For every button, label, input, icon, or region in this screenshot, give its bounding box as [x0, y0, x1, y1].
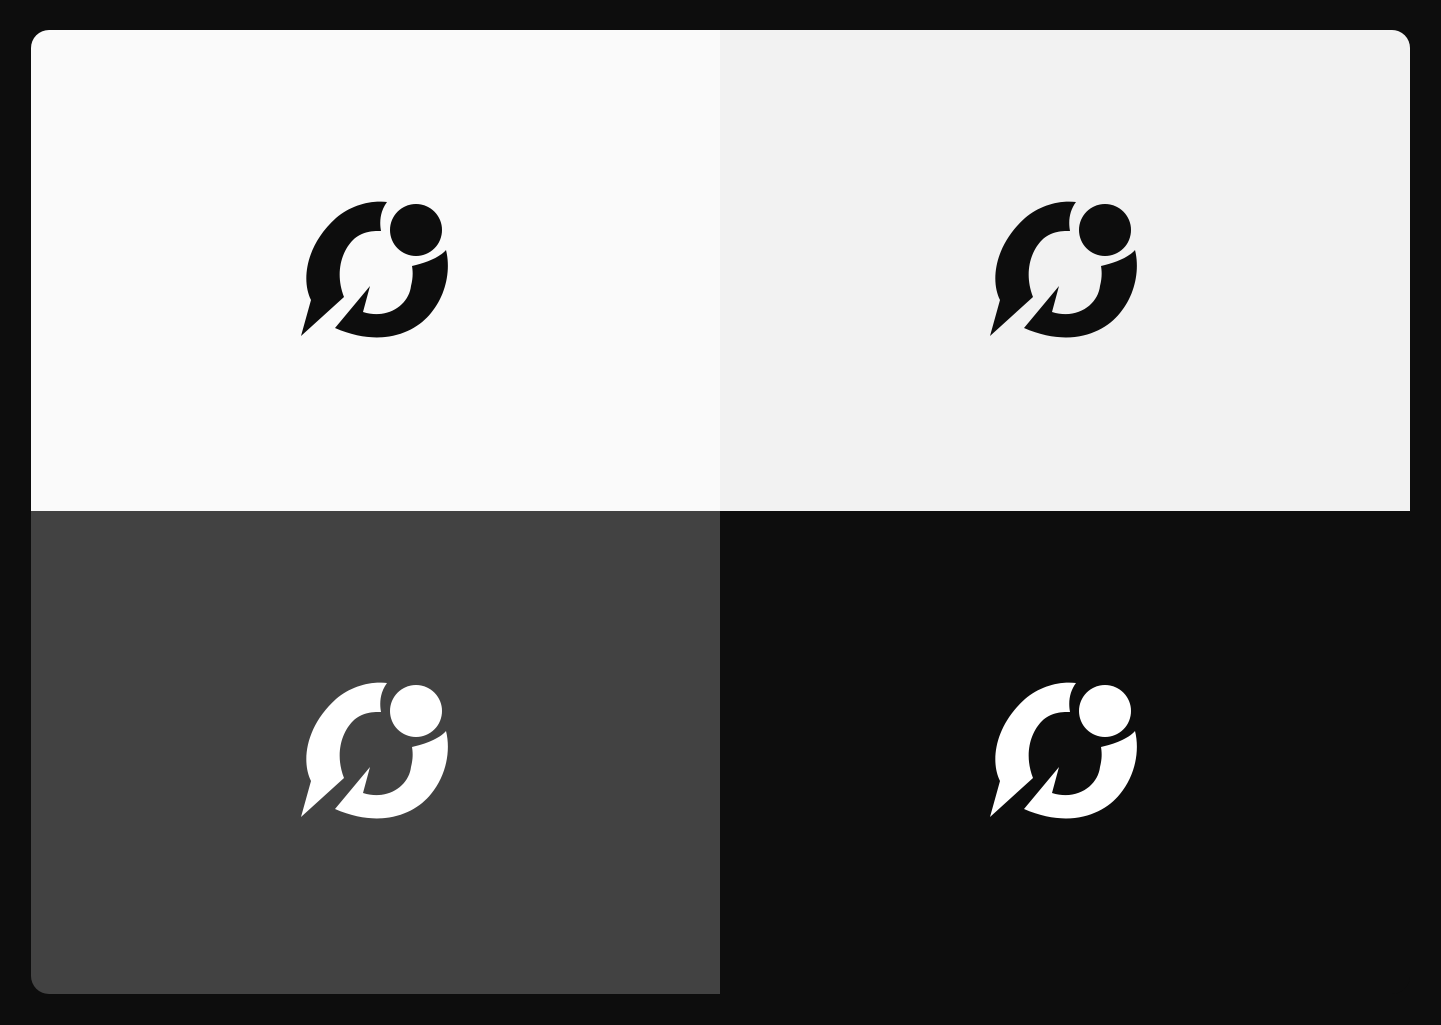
speech-bubble-info-logo-icon	[930, 635, 1137, 819]
swatch-panel-black	[720, 511, 1410, 994]
speech-bubble-info-logo-icon	[241, 635, 448, 819]
logo-variants-grid	[31, 30, 1410, 994]
speech-bubble-info-logo-icon	[930, 154, 1137, 338]
swatch-panel-dark-gray	[31, 511, 720, 994]
swatch-panel-light-gray	[720, 30, 1410, 511]
speech-bubble-info-logo-icon	[241, 154, 448, 338]
swatch-panel-white	[31, 30, 720, 511]
